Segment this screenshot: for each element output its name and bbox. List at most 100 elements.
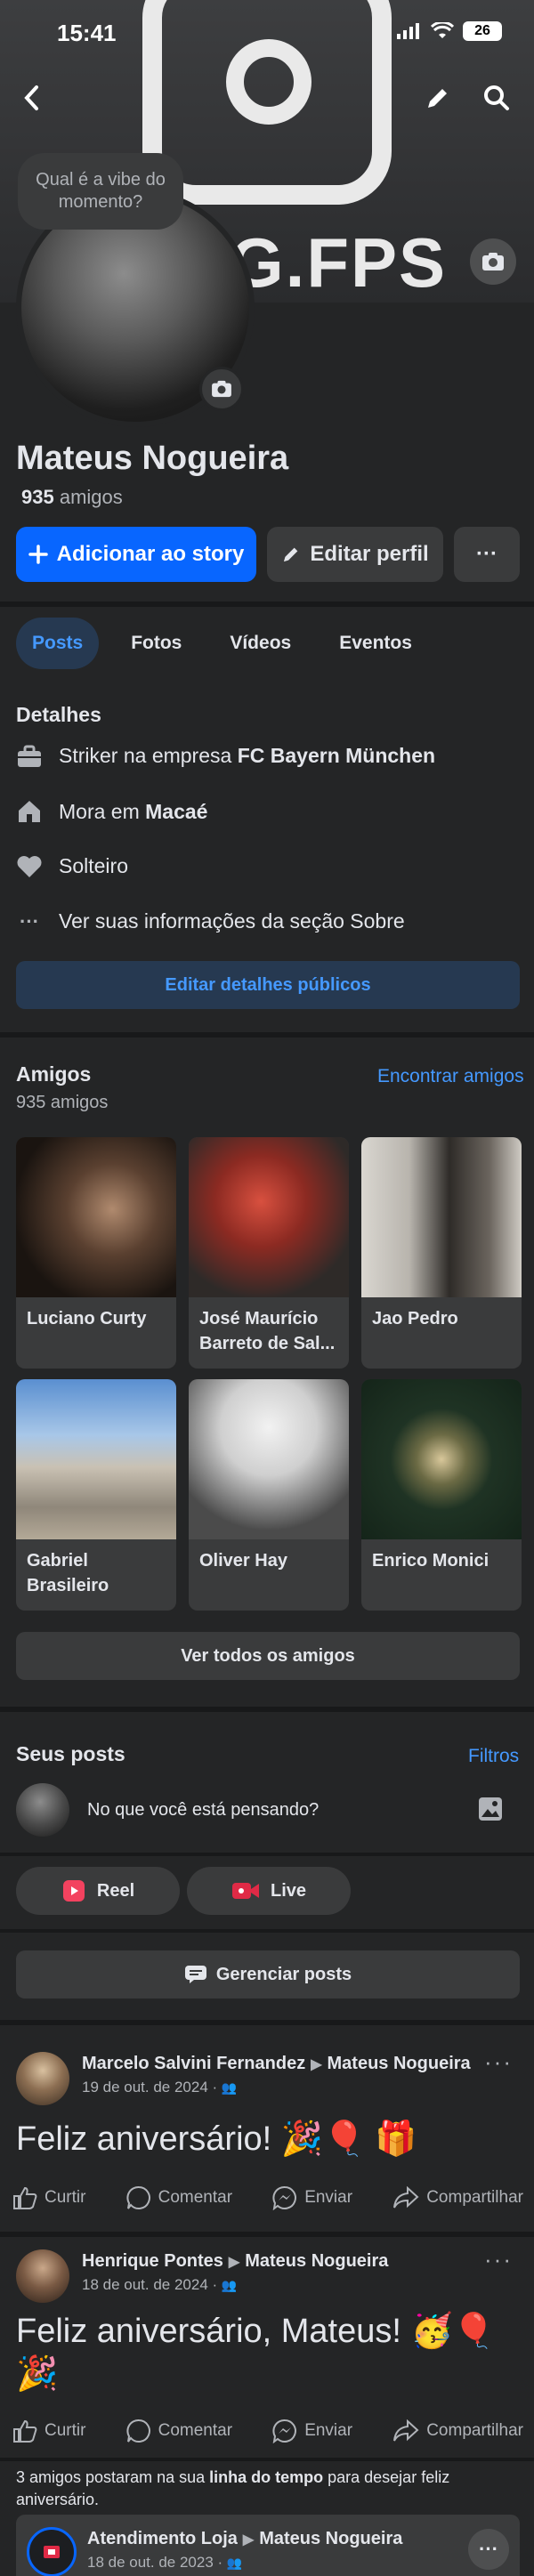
friend-photo: [16, 1137, 176, 1297]
arrow-right-icon: ▶: [242, 2532, 255, 2548]
tab-videos[interactable]: Vídeos: [214, 618, 307, 669]
profile-friends-count[interactable]: 935 amigos: [21, 486, 123, 509]
post-author-line[interactable]: Marcelo Salvini Fernandez ▶ Mateus Nogueir…: [82, 2052, 471, 2077]
friend-card[interactable]: Oliver Hay: [189, 1379, 349, 1611]
friend-photo: [361, 1379, 522, 1539]
share-button[interactable]: Compartilhar: [392, 2185, 523, 2210]
friends-audience-icon: 👥: [226, 2556, 243, 2570]
comment-icon: [126, 2185, 150, 2209]
post-actions: Curtir Comentar Enviar Compartilhar: [12, 2419, 523, 2443]
tab-events[interactable]: Eventos: [323, 618, 428, 669]
briefcase-icon: [18, 745, 41, 767]
like-button[interactable]: Curtir: [12, 2419, 85, 2443]
messenger-icon: [272, 2419, 297, 2443]
friend-card[interactable]: Enrico Monici: [361, 1379, 522, 1611]
friend-card[interactable]: Gabriel Brasileiro: [16, 1379, 176, 1611]
comment-button[interactable]: Comentar: [126, 2185, 232, 2210]
arrow-right-icon: ▶: [228, 2255, 240, 2270]
live-video-icon: [231, 1883, 259, 1899]
friend-card[interactable]: Jao Pedro: [361, 1137, 522, 1369]
friend-photo: [189, 1137, 349, 1297]
detail-home: Mora em Macaé: [16, 799, 207, 824]
heart-icon: [17, 855, 42, 877]
friend-card[interactable]: José Maurício Barreto de Sal...: [189, 1137, 349, 1369]
post-text: Feliz aniversário, Mateus! 🥳🎈 🎉: [16, 2313, 496, 2393]
send-button[interactable]: Enviar: [272, 2185, 352, 2210]
battery-indicator: 26: [463, 21, 502, 41]
post-options-button[interactable]: ···: [468, 2529, 509, 2570]
post-options-button[interactable]: ···: [484, 2246, 513, 2273]
camera-icon: [212, 380, 231, 398]
friend-name: Jao Pedro: [372, 1309, 458, 1328]
post-text: Feliz aniversário! 🎉🎈 🎁: [16, 2120, 417, 2158]
my-posts-title: Seus posts: [16, 1742, 125, 1765]
composer-placeholder: No que você está pensando?: [87, 1799, 320, 1820]
post-date[interactable]: 19 de out. de 2024 · 👥: [82, 2077, 471, 2098]
post-date[interactable]: 18 de out. de 2024 · 👥: [82, 2274, 388, 2296]
comment-icon: [126, 2419, 150, 2443]
pencil-icon: [284, 547, 298, 562]
comment-button[interactable]: Comentar: [126, 2419, 232, 2443]
back-button[interactable]: [14, 80, 50, 116]
profile-name: Mateus Nogueira: [16, 440, 289, 477]
avatar-camera-button[interactable]: [199, 367, 244, 411]
see-all-friends-button[interactable]: Ver todos os amigos: [16, 1632, 520, 1680]
photo-icon: [479, 1797, 502, 1821]
friends-audience-icon: 👥: [221, 2278, 238, 2292]
vibe-note-bubble[interactable]: Qual é a vibe do momento?: [18, 153, 183, 230]
friends-audience-icon: 👥: [221, 2080, 238, 2095]
share-button[interactable]: Compartilhar: [392, 2419, 523, 2443]
share-icon: [393, 2419, 419, 2442]
timeline-birthday-note[interactable]: 3 amigos postaram na sua linha do tempo …: [16, 2467, 514, 2511]
plus-icon: [28, 545, 48, 564]
avatar[interactable]: [27, 2527, 77, 2576]
post-date[interactable]: 18 de out. de 2023 · 👥: [87, 2552, 402, 2573]
post-options-button[interactable]: ···: [484, 2048, 513, 2076]
friend-name: Enrico Monici: [372, 1551, 490, 1571]
find-friends-link[interactable]: Encontrar amigos: [377, 1066, 524, 1087]
post-author-line[interactable]: Henrique Pontes ▶ Mateus Nogueira: [82, 2249, 388, 2274]
friends-count: 935 amigos: [16, 1093, 109, 1112]
live-button[interactable]: Live: [187, 1867, 351, 1915]
arrow-right-icon: ▶: [311, 2057, 322, 2072]
add-to-story-button[interactable]: Adicionar ao story: [16, 527, 256, 582]
search-button[interactable]: [479, 80, 514, 116]
more-options-button[interactable]: ···: [454, 527, 520, 582]
edit-button[interactable]: [420, 80, 456, 116]
filters-link[interactable]: Filtros: [468, 1746, 519, 1767]
friend-name: José Maurício Barreto de Sal...: [199, 1309, 336, 1353]
details-title: Detalhes: [16, 703, 101, 726]
friend-name: Oliver Hay: [199, 1551, 287, 1571]
detail-about-link[interactable]: ··· Ver suas informações da seção Sobre: [16, 909, 405, 933]
profile-tabs: Posts Fotos Vídeos Eventos: [16, 618, 428, 669]
post-author-line[interactable]: Atendimento Loja ▶ Mateus Nogueira: [87, 2527, 402, 2552]
friends-title: Amigos: [16, 1062, 92, 1086]
search-icon: [484, 85, 509, 110]
post-composer[interactable]: No que você está pensando?: [16, 1783, 319, 1837]
cover-camera-button[interactable]: [470, 238, 516, 285]
more-dots-icon: ···: [20, 909, 39, 933]
manage-posts-button[interactable]: Gerenciar posts: [16, 1950, 520, 1999]
friend-photo: [361, 1137, 522, 1297]
status-bar: 15:41 26: [0, 0, 534, 71]
signal-icon: [397, 23, 419, 39]
like-icon: [13, 2186, 37, 2209]
reel-button[interactable]: Reel: [16, 1867, 180, 1915]
like-button[interactable]: Curtir: [12, 2185, 85, 2210]
post-card: Atendimento Loja ▶ Mateus Nogueira 18 de o…: [16, 2515, 520, 2576]
avatar[interactable]: [16, 2249, 69, 2303]
photo-upload-button[interactable]: [477, 1796, 504, 1827]
tab-posts[interactable]: Posts: [16, 618, 100, 669]
friend-card[interactable]: Luciano Curty: [16, 1137, 176, 1369]
edit-public-details-button[interactable]: Editar detalhes públicos: [16, 961, 520, 1009]
avatar[interactable]: [16, 2052, 69, 2105]
avatar: [16, 1783, 69, 1837]
detail-relationship: Solteiro: [16, 854, 128, 878]
friend-photo: [16, 1379, 176, 1539]
detail-work: Striker na empresa FC Bayern München: [16, 744, 435, 768]
send-button[interactable]: Enviar: [272, 2419, 352, 2443]
tab-photos[interactable]: Fotos: [115, 618, 198, 669]
manage-posts-icon: [184, 1966, 206, 1983]
post-header: Henrique Pontes ▶ Mateus Nogueira 18 de ou…: [16, 2249, 388, 2303]
edit-profile-button[interactable]: Editar perfil: [267, 527, 443, 582]
